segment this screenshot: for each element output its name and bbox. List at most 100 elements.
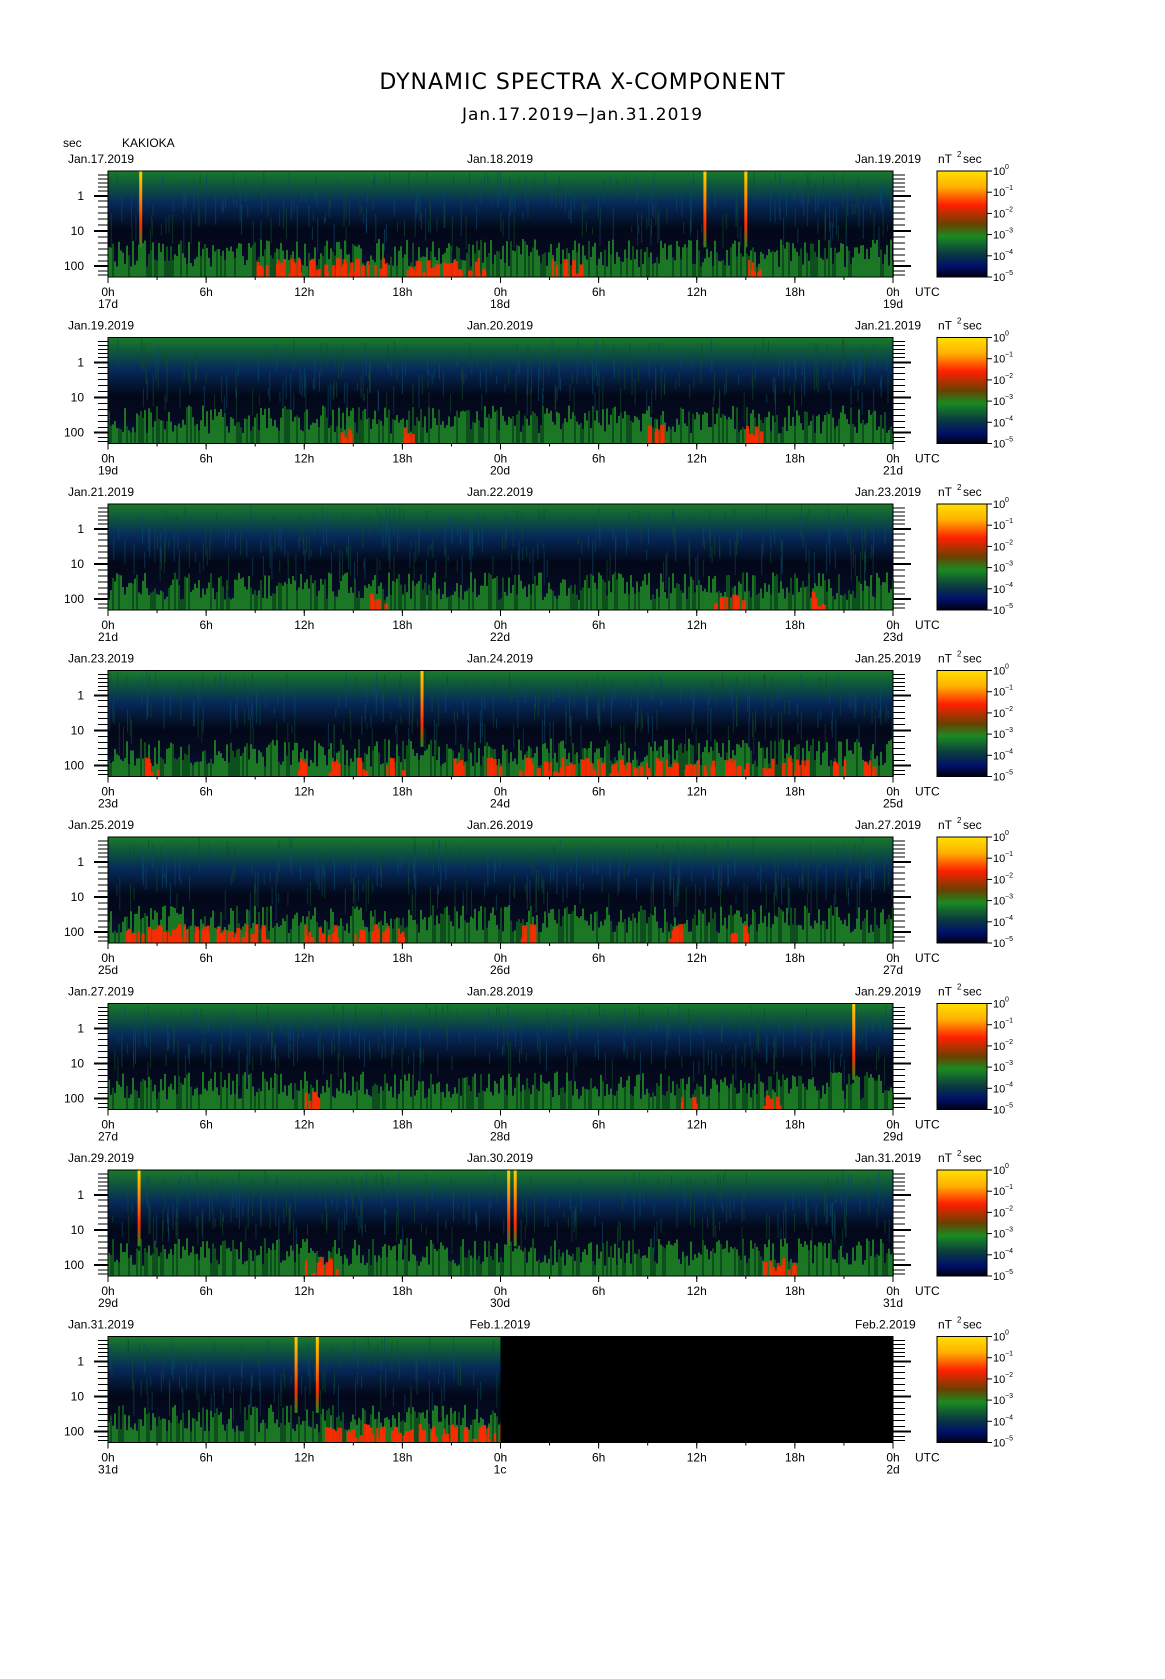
x-tick-label: 18h xyxy=(785,452,805,466)
x-tick-label: 6h xyxy=(199,285,212,299)
activity-mark xyxy=(355,258,361,277)
activity-mark xyxy=(257,268,261,277)
activity-mark xyxy=(464,1427,469,1443)
activity-mark xyxy=(462,765,465,777)
activity-mark xyxy=(529,924,533,943)
utc-label: UTC xyxy=(915,1451,940,1465)
x-tick-label: 18h xyxy=(392,285,412,299)
x-tick-label: 18h xyxy=(785,785,805,799)
y-tick-label: 100 xyxy=(64,1258,84,1272)
day-end-label: 25d xyxy=(883,797,903,811)
activity-mark xyxy=(619,759,624,777)
x-tick-label: 18h xyxy=(785,1118,805,1132)
colorbar-tick-exponent: 0 xyxy=(1005,331,1009,338)
activity-mark xyxy=(331,265,336,277)
x-tick-label: 12h xyxy=(687,285,707,299)
activity-mark xyxy=(536,768,542,777)
x-tick-label: 18h xyxy=(392,785,412,799)
unit-label: nT xyxy=(938,818,953,832)
day-mid-label: 28d xyxy=(490,1130,510,1144)
activity-mark xyxy=(301,760,305,777)
date-left-label: Jan.17.2019 xyxy=(68,152,134,166)
activity-mark xyxy=(472,1438,478,1443)
y-tick-label: 10 xyxy=(71,724,85,738)
activity-mark xyxy=(335,265,339,277)
colorbar-tick-exponent: −2 xyxy=(1005,1039,1013,1046)
date-mid-label: Feb.1.2019 xyxy=(470,1318,531,1332)
colorbar xyxy=(936,1169,988,1277)
utc-label: UTC xyxy=(915,452,940,466)
colorbar-tick-label: 10 xyxy=(993,666,1005,678)
activity-mark xyxy=(333,931,337,943)
colorbar-tick-exponent: −2 xyxy=(1005,539,1013,546)
activity-mark xyxy=(292,263,297,277)
unit-exponent: 2 xyxy=(957,1149,962,1158)
activity-mark xyxy=(549,762,553,777)
activity-mark xyxy=(336,763,341,777)
day-end-label: 2d xyxy=(886,1463,899,1477)
unit-label: nT xyxy=(938,485,953,499)
colorbar-tick-label: 10 xyxy=(993,417,1005,429)
activity-mark xyxy=(384,603,389,610)
activity-mark xyxy=(377,928,380,943)
colorbar-tick-exponent: −2 xyxy=(1005,373,1013,380)
colorbar-tick-exponent: −5 xyxy=(1005,770,1013,777)
x-tick-label: 12h xyxy=(687,618,707,632)
colorbar-tick-exponent: −4 xyxy=(1005,915,1013,922)
activity-mark xyxy=(661,435,665,444)
activity-mark xyxy=(331,761,336,777)
date-mid-label: Jan.26.2019 xyxy=(467,818,533,832)
activity-mark xyxy=(801,760,805,777)
colorbar-tick-label: 10 xyxy=(993,333,1005,345)
spectrogram-panel-2: Jan.19.2019 Jan.20.2019 Jan.21.2019 nT 2 sec 1… xyxy=(64,317,1013,478)
activity-mark xyxy=(575,273,580,277)
activity-mark xyxy=(394,1428,399,1443)
activity-mark xyxy=(254,924,259,943)
y-tick-label: 100 xyxy=(64,592,84,606)
spectrogram-panel-8: Jan.31.2019 Feb.1.2019 Feb.2.2019 nT 2 sec 1 10… xyxy=(64,1316,1013,1477)
activity-mark xyxy=(580,270,584,277)
unit-label: nT xyxy=(938,652,953,666)
date-right-label: Jan.19.2019 xyxy=(855,152,921,166)
colorbar-tick-label: 10 xyxy=(993,1062,1005,1074)
unit-suffix: sec xyxy=(963,485,982,499)
unit-exponent: 2 xyxy=(957,483,962,492)
x-tick-label: 6h xyxy=(592,452,605,466)
activity-mark xyxy=(689,763,692,777)
colorbar-tick-exponent: −2 xyxy=(1005,872,1013,879)
activity-mark xyxy=(863,761,868,777)
y-tick-label: 1 xyxy=(77,522,84,536)
spike-mark xyxy=(420,670,424,747)
activity-mark xyxy=(561,757,565,777)
colorbar xyxy=(936,1003,988,1110)
activity-mark xyxy=(316,1262,322,1276)
colorbar-tick-label: 10 xyxy=(993,874,1005,886)
colorbar-tick-exponent: −2 xyxy=(1005,1372,1013,1379)
activity-mark xyxy=(676,925,679,943)
date-right-label: Jan.27.2019 xyxy=(855,818,921,832)
activity-mark xyxy=(227,931,231,943)
date-right-label: Jan.21.2019 xyxy=(855,319,921,333)
x-tick-label: 12h xyxy=(687,452,707,466)
activity-mark xyxy=(474,261,479,277)
colorbar-tick-label: 10 xyxy=(993,251,1005,263)
colorbar-tick-exponent: −2 xyxy=(1005,1205,1013,1212)
day-start-label: 25d xyxy=(98,963,118,977)
activity-mark xyxy=(359,1435,364,1443)
day-end-label: 21d xyxy=(883,464,903,478)
x-tick-label: 6h xyxy=(199,452,212,466)
activity-mark xyxy=(468,270,473,277)
activity-mark xyxy=(710,765,714,777)
activity-mark xyxy=(401,931,405,943)
activity-mark xyxy=(335,1268,339,1276)
colorbar-tick-exponent: −1 xyxy=(1005,518,1013,525)
activity-mark xyxy=(590,762,593,777)
colorbar-tick-label: 10 xyxy=(993,708,1005,720)
colorbar-tick-label: 10 xyxy=(993,896,1005,908)
unit-label: nT xyxy=(938,319,953,333)
activity-mark xyxy=(219,933,224,943)
day-mid-label: 20d xyxy=(490,464,510,478)
x-tick-label: 6h xyxy=(592,785,605,799)
colorbar-tick-exponent: −4 xyxy=(1005,1081,1013,1088)
activity-mark xyxy=(528,758,533,777)
